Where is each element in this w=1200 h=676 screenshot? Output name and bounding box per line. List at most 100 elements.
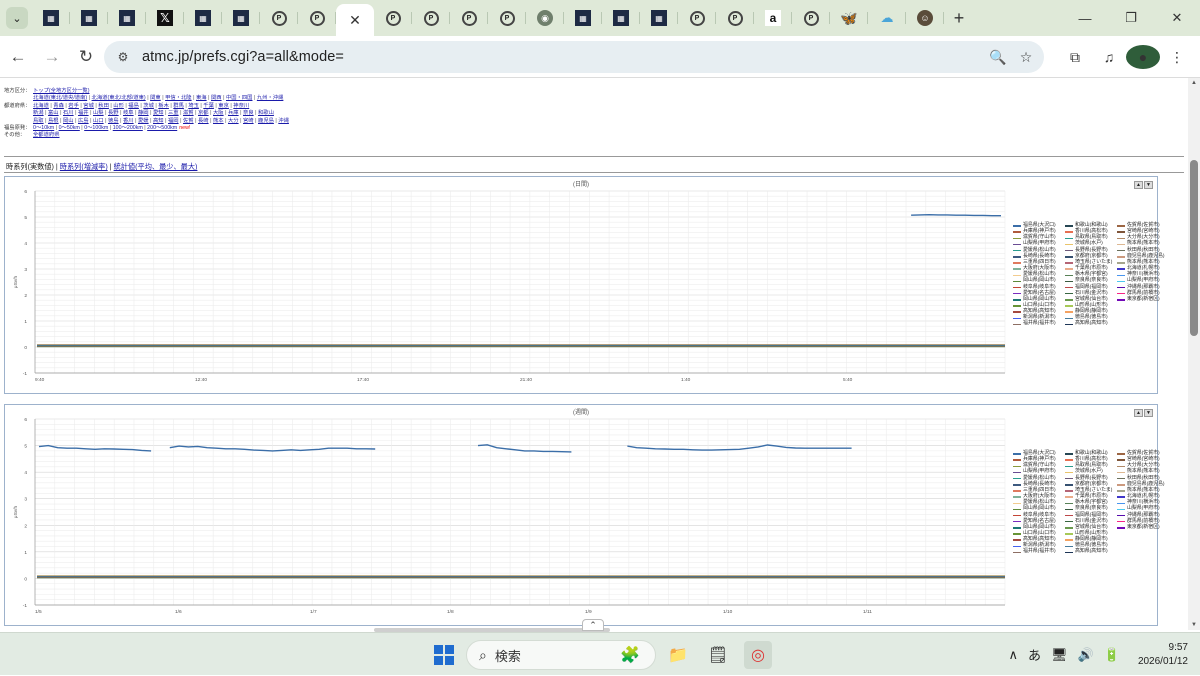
tab-active[interactable]: ✕ [336, 4, 374, 36]
scrollbar-thumb[interactable] [1190, 160, 1198, 336]
nav-link[interactable]: 0〜50km [59, 125, 80, 132]
battery-icon[interactable]: 🔋 [1104, 647, 1120, 663]
media-control-icon[interactable]: ♫ [1092, 49, 1126, 65]
nav-link[interactable]: 熊本 [213, 118, 224, 125]
url-text[interactable]: atmc.jp/prefs.cgi?a=all&mode= [142, 49, 344, 65]
nav-link[interactable]: 0〜100km [84, 125, 108, 132]
nav-link[interactable]: 山口 [93, 118, 104, 125]
nav-link[interactable]: 北海道(東北/道央/道南) [33, 95, 87, 102]
clock[interactable]: 9:57 2026/01/12 [1138, 641, 1188, 669]
nav-link[interactable]: 北海道(東北/北部/道東) [92, 95, 146, 102]
nav-link[interactable]: 香川 [123, 118, 134, 125]
scroll-down-icon[interactable]: ▼ [1191, 622, 1197, 628]
nav-link[interactable]: 兵庫 [228, 110, 239, 117]
start-button[interactable] [434, 645, 454, 665]
nav-link[interactable]: 奈良 [243, 110, 254, 117]
nav-link[interactable]: 大分 [228, 118, 239, 125]
nav-link[interactable]: 福岡 [168, 118, 179, 125]
nav-link[interactable]: 宮崎 [243, 118, 254, 125]
legend-item[interactable]: 高知県(高知市) [1065, 549, 1108, 555]
nav-link[interactable]: 200〜500km [147, 125, 177, 132]
vertical-scrollbar[interactable]: ▲ ▼ [1188, 78, 1200, 630]
tray-chevron-icon[interactable]: ∧ [1009, 647, 1019, 663]
bookmark-star-icon[interactable]: ☆ [1012, 49, 1040, 66]
legend-item[interactable]: 東京都(新宿区) [1117, 525, 1160, 531]
maximize-button[interactable]: ❐ [1108, 0, 1154, 36]
address-bar[interactable]: ⚙ atmc.jp/prefs.cgi?a=all&mode= 🔍 ☆ [104, 41, 1044, 73]
nav-link[interactable]: 中国・四国 [226, 95, 253, 102]
nav-link[interactable]: 広島 [78, 118, 89, 125]
legend-item[interactable]: 福井県(福井市) [1013, 549, 1056, 555]
tab-0[interactable]: ▦ [32, 4, 70, 32]
tab-21[interactable]: 🦋 [830, 4, 868, 32]
zoom-icon[interactable]: 🔍 [984, 49, 1012, 66]
close-icon[interactable]: ✕ [349, 12, 361, 29]
nav-link[interactable]: 三重 [168, 110, 179, 117]
tab-7[interactable]: P [298, 4, 336, 32]
tab-18[interactable]: P [716, 4, 754, 32]
notepad-icon[interactable]: 🗒 [704, 641, 732, 669]
nav-link[interactable]: 新潟 [33, 110, 44, 117]
tab-12[interactable]: P [488, 4, 526, 32]
network-icon[interactable]: 🖥 [1051, 647, 1068, 663]
chevron-up-icon[interactable]: ⌃ [582, 619, 604, 631]
back-button[interactable]: ← [2, 41, 34, 73]
tab-5[interactable]: ▦ [222, 4, 260, 32]
reload-button[interactable]: ↻ [70, 41, 102, 73]
tab-20[interactable]: P [792, 4, 830, 32]
widget-icon[interactable]: 🧩 [616, 641, 644, 669]
tab-13[interactable]: ◉ [526, 4, 564, 32]
nav-link[interactable]: 京都 [198, 110, 209, 117]
nav-link[interactable]: 福井 [78, 110, 89, 117]
nav-link[interactable]: 鹿児島 [258, 118, 274, 125]
nav-link[interactable]: 100〜200km [113, 125, 143, 132]
nav-link[interactable]: 山梨 [93, 110, 104, 117]
nav-link[interactable]: 東海 [196, 95, 207, 102]
nav-link[interactable]: 甲信・北陸 [165, 95, 192, 102]
profile-button[interactable]: ● [1126, 45, 1160, 69]
nav-link[interactable]: 静岡 [138, 110, 149, 117]
nav-link[interactable]: 沖縄 [278, 118, 289, 125]
tab-23[interactable]: ☺ [906, 4, 944, 32]
nav-link[interactable]: 岡山 [63, 118, 74, 125]
nav-link[interactable]: 長野 [108, 110, 119, 117]
ime-indicator[interactable]: あ [1028, 645, 1041, 664]
legend-item[interactable]: 高知県(高知市) [1065, 321, 1108, 327]
nav-link[interactable]: 石川 [63, 110, 74, 117]
site-info-icon[interactable]: ⚙ [108, 42, 138, 72]
nav-link[interactable]: 大阪 [213, 110, 224, 117]
chrome-icon[interactable]: ◎ [744, 641, 772, 669]
nav-link[interactable]: 和歌山 [258, 110, 274, 117]
view-tab-stats[interactable]: 統計値(平均、最少、最大) [114, 162, 198, 171]
nav-link[interactable]: 九州・沖縄 [257, 95, 284, 102]
nav-link[interactable]: 愛媛 [138, 118, 149, 125]
tab-6[interactable]: P [260, 4, 298, 32]
nav-link[interactable]: 長崎 [198, 118, 209, 125]
legend-item[interactable]: 東京都(新宿区) [1117, 297, 1160, 303]
nav-link[interactable]: 関西 [211, 95, 222, 102]
tab-2[interactable]: ▦ [108, 4, 146, 32]
tab-1[interactable]: ▦ [70, 4, 108, 32]
forward-button[interactable]: → [36, 41, 68, 73]
volume-icon[interactable]: 🔊 [1078, 647, 1094, 663]
nav-link[interactable]: 関東 [150, 95, 161, 102]
nav-link[interactable]: 滋賀 [183, 110, 194, 117]
nav-link[interactable]: 佐賀 [183, 118, 194, 125]
nav-link[interactable]: 全都道府県 [33, 132, 60, 139]
scroll-up-icon[interactable]: ▲ [1191, 80, 1197, 86]
nav-link[interactable]: 島根 [48, 118, 59, 125]
tab-4[interactable]: ▦ [184, 4, 222, 32]
tab-search-dropdown[interactable]: ⌄ [6, 7, 28, 29]
new-tab-button[interactable]: + [944, 8, 974, 29]
tab-3[interactable]: 𝕏 [146, 4, 184, 32]
nav-link[interactable]: 岐阜 [123, 110, 134, 117]
tab-11[interactable]: P [450, 4, 488, 32]
close-window-button[interactable]: ✕ [1154, 0, 1200, 36]
nav-link[interactable]: 徳島 [108, 118, 119, 125]
tab-14[interactable]: ▦ [564, 4, 602, 32]
nav-link[interactable]: 富山 [48, 110, 59, 117]
view-tab-rate[interactable]: 時系列(増減率) [60, 162, 108, 171]
nav-link[interactable]: 愛知 [153, 110, 164, 117]
tab-17[interactable]: P [678, 4, 716, 32]
extensions-icon[interactable]: ⧉ [1058, 49, 1092, 66]
